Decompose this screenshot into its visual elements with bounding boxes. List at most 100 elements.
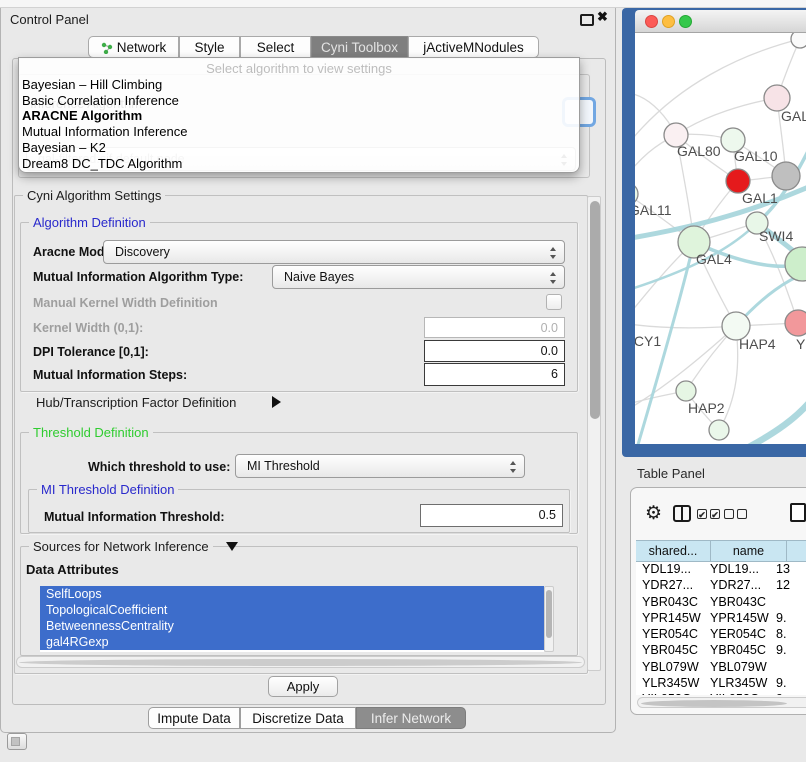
tab-cyni-toolbox[interactable]: Cyni Toolbox [311,36,408,58]
mi-algorithm-type-value: Naive Bayes [284,270,354,284]
mi-steps-value: 6 [551,367,558,381]
gear-icon[interactable]: ⚙ [645,504,662,523]
attributes-scrollbar[interactable] [544,586,554,652]
column-header-extra[interactable] [786,540,806,562]
tab-network[interactable]: Network [88,36,179,58]
table-row[interactable]: YDL19...YDL19...13 [636,562,806,578]
algorithm-option[interactable]: Dream8 DC_TDC Algorithm [19,156,579,172]
network-node-label: Y [796,336,806,352]
table-body: YDL19...YDL19...13YDR27...YDR27...12YBR0… [636,562,806,695]
algorithm-option[interactable]: Mutual Information Inference [19,124,579,140]
export-table-icon[interactable] [790,503,806,522]
sources-title-text: Sources for Network Inference [33,539,209,554]
algorithm-option[interactable]: Bayesian – Hill Climbing [19,77,579,93]
collapsed-panel-button[interactable] [7,733,27,750]
table-row[interactable]: YBR043CYBR043C [636,595,806,611]
hub-definition-label: Hub/Transcription Factor Definition [36,395,236,410]
network-node[interactable] [709,420,729,440]
columns-icon[interactable] [673,505,691,522]
which-threshold-combo[interactable]: MI Threshold [235,454,525,478]
tab-discretize-data[interactable]: Discretize Data [240,707,356,729]
algorithm-option[interactable]: Basic Correlation Inference [19,93,579,109]
mi-threshold-field[interactable]: 0.5 [420,504,563,527]
table-row[interactable]: YLR345WYLR345W9. [636,676,806,692]
manual-kernel-width-label: Manual Kernel Width Definition [33,296,218,310]
network-window-titlebar[interactable] [635,10,806,33]
network-highlighted-edge[interactable] [747,398,806,444]
float-panel-icon[interactable] [580,14,594,26]
network-node[interactable] [785,247,806,281]
column-header-name[interactable]: name [710,540,786,562]
settings-scrollbar-thumb[interactable] [590,201,600,419]
table-row[interactable]: YBR045CYBR045C9. [636,643,806,659]
table-row[interactable]: YIL052CYIL052C9 [636,692,806,695]
tab-select[interactable]: Select [240,36,311,58]
deselect-all-checkbox-icon[interactable] [724,509,734,519]
tab-jactivemnodules-label: jActiveMNodules [423,40,524,55]
dpi-tolerance-field[interactable]: 0.0 [424,340,565,362]
sources-collapse-arrow-icon[interactable] [226,542,238,551]
network-node-label: GAL [781,108,806,124]
algorithm-popup-placeholder: Select algorithm to view settings [19,58,579,77]
tab-style[interactable]: Style [179,36,240,58]
deselect-all-checkbox-icon[interactable] [737,509,747,519]
network-graph: GALGAL80GAL10GAL1GAL11SWI4GAL4GCY1HAP4YH… [635,33,806,444]
table-cell: 12 [770,578,806,594]
table-cell: YBR043C [702,595,770,611]
tab-infer-network[interactable]: Infer Network [356,707,466,729]
select-all-checkbox-icon[interactable]: ✔ [697,509,707,519]
attributes-scrollbar-thumb[interactable] [546,590,552,638]
network-node-hap2[interactable] [676,381,696,401]
table-cell: 9. [770,611,806,627]
table-row[interactable]: YPR145WYPR145W9. [636,611,806,627]
network-node[interactable] [772,162,800,190]
tab-jactivemnodules[interactable]: jActiveMNodules [408,36,539,58]
data-attribute-item[interactable]: gal4RGexp [40,634,544,650]
network-node[interactable] [791,33,806,48]
column-header-shared-name[interactable]: shared... [636,540,710,562]
table-horizontal-scrollbar[interactable] [637,697,806,708]
network-node-label: HAP4 [739,336,776,352]
table-cell: YDL19... [702,562,770,578]
settings-vertical-scrollbar[interactable] [587,196,601,671]
table-cell: 13 [770,562,806,578]
aracne-mode-combo[interactable]: Discovery [103,240,565,264]
table-row[interactable]: YER054CYER054C8. [636,627,806,643]
data-attribute-item[interactable]: TopologicalCoefficient [40,602,544,618]
table-row[interactable]: YBL079WYBL079W [636,660,806,676]
combo-arrows-icon [549,271,557,285]
window-close-icon[interactable] [645,15,658,28]
close-panel-icon[interactable]: ✖ [597,9,608,25]
tab-select-label: Select [257,40,295,55]
table-cell: YBR045C [636,643,702,659]
network-node-y[interactable] [785,310,806,336]
settings-hscrollbar-thumb[interactable] [19,659,582,666]
table-cell [770,660,806,676]
network-canvas[interactable]: GALGAL80GAL10GAL1GAL11SWI4GAL4GCY1HAP4YH… [635,33,806,444]
mi-steps-label: Mutual Information Steps: [33,368,187,382]
window-zoom-icon[interactable] [679,15,692,28]
table-cell: YPR145W [702,611,770,627]
algorithm-option[interactable]: Bayesian – K2 [19,140,579,156]
algorithm-option[interactable]: ARACNE Algorithm [19,108,579,124]
table-hscrollbar-thumb[interactable] [641,700,787,707]
manual-kernel-width-checkbox[interactable] [546,294,562,310]
mi-steps-field[interactable]: 6 [424,363,565,386]
kernel-width-field[interactable]: 0.0 [424,317,565,338]
aracne-mode-value: Discovery [115,245,170,259]
window-minimize-icon[interactable] [662,15,675,28]
network-edge[interactable] [635,323,736,328]
data-attribute-item[interactable]: SelfLoops [40,586,544,602]
settings-horizontal-scrollbar[interactable] [16,656,585,668]
hub-expand-arrow-icon[interactable] [272,396,281,408]
table-row[interactable]: YDR27...YDR27...12 [636,578,806,594]
data-attributes-list[interactable]: SelfLoopsTopologicalCoefficientBetweenne… [40,586,544,652]
apply-button[interactable]: Apply [268,676,338,697]
tab-impute-data[interactable]: Impute Data [148,707,240,729]
mi-algorithm-type-combo[interactable]: Naive Bayes [272,265,565,289]
combo-arrows-icon [509,460,517,474]
table-cell: YLR345W [636,676,702,692]
select-all-checkbox-icon[interactable]: ✔ [710,509,720,519]
data-attribute-item[interactable]: BetweennessCentrality [40,618,544,634]
tab-style-label: Style [194,40,224,55]
